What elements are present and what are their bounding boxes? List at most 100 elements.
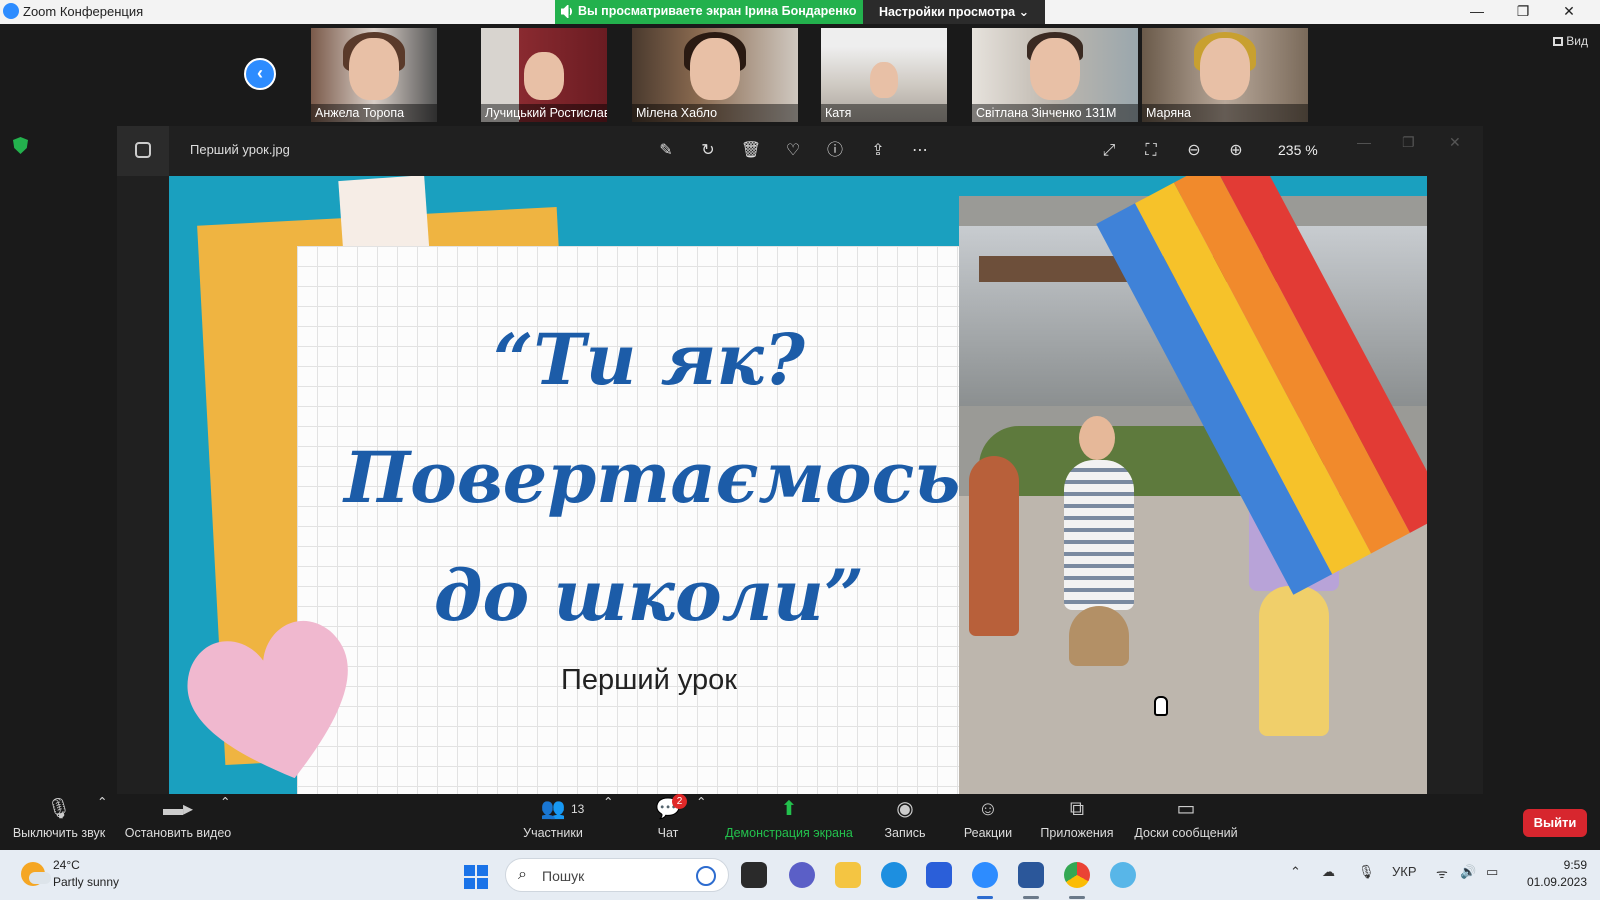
participant-tile[interactable]: Мілена Хабло — [632, 28, 798, 122]
share-screen-button[interactable]: ⬆ Демонстрация экрана — [722, 798, 856, 840]
reactions-label: Реакции — [963, 826, 1013, 840]
previous-page-button[interactable]: ‹ — [244, 58, 276, 90]
file-explorer-icon[interactable] — [835, 862, 861, 888]
participants-options-chevron-icon[interactable]: ⌃ — [603, 794, 613, 809]
favorite-button[interactable]: ♡ — [781, 139, 805, 163]
reactions-button[interactable]: ☺ Реакции — [958, 798, 1018, 840]
task-view-icon[interactable] — [741, 862, 767, 888]
view-settings-button[interactable]: Настройки просмотра ⌄ — [863, 0, 1045, 24]
weather-icon[interactable] — [21, 862, 51, 886]
apps-button[interactable]: ⧉ Приложения — [1036, 798, 1118, 840]
participant-name: Маряна — [1142, 104, 1308, 122]
viewer-close-icon[interactable]: ✕ — [1449, 134, 1461, 151]
participants-count: 13 — [571, 802, 585, 816]
edge-browser-icon[interactable] — [881, 862, 907, 888]
participant-tile[interactable]: Катя — [821, 28, 947, 122]
participant-face — [870, 62, 898, 98]
girl-yellow-dress — [1259, 586, 1329, 736]
zoom-app: Zoom Конференция Вы просматриваете экран… — [0, 0, 1600, 900]
globe-app-icon[interactable] — [1110, 862, 1136, 888]
show-hidden-icons-chevron-icon[interactable]: ⌃ — [1290, 864, 1301, 880]
hand-cursor-icon — [1154, 696, 1168, 716]
participant-face — [1200, 38, 1250, 100]
file-name: Перший урок.jpg — [190, 142, 290, 157]
more-icon: ⋯ — [912, 142, 928, 159]
participant-tile[interactable]: Світлана Зінченко 131М — [972, 28, 1138, 122]
viewer-minimize-icon[interactable]: — — [1357, 134, 1371, 150]
whiteboards-button[interactable]: ▭ Доски сообщений — [1128, 798, 1244, 840]
bing-icon[interactable] — [696, 866, 716, 886]
word-icon[interactable] — [1018, 862, 1044, 888]
mute-label: Выключить звук — [12, 826, 106, 840]
zoom-in-button[interactable]: ⊕ — [1224, 139, 1248, 163]
minimize-icon: — — [1470, 3, 1484, 19]
mute-button[interactable]: 🎙 Выключить звук — [10, 798, 108, 840]
more-options-button[interactable]: ⋯ — [908, 139, 932, 163]
grid-icon — [1553, 37, 1564, 46]
volume-icon[interactable]: 🔊 — [1460, 864, 1476, 880]
security-shield-icon[interactable] — [13, 137, 28, 154]
start-button[interactable] — [464, 865, 488, 889]
slide-title-line: до школи” — [433, 554, 865, 637]
heart-icon: ♡ — [785, 142, 801, 159]
search-icon: ⌕ — [518, 866, 527, 883]
clock-time: 9:59 — [1563, 858, 1587, 872]
audio-options-chevron-icon[interactable]: ⌃ — [97, 794, 107, 809]
participant-tile[interactable]: Анжела Торопа — [311, 28, 437, 122]
participant-face — [349, 38, 399, 100]
screen-share-banner: Вы просматриваете экран Ірина Бондаренко — [555, 0, 863, 24]
pink-heart-graphic — [187, 620, 348, 779]
speaker-icon — [561, 5, 572, 18]
rotate-button[interactable]: ↻ — [696, 139, 720, 163]
weather-description[interactable]: Partly sunny — [53, 875, 119, 889]
zoom-taskbar-icon[interactable] — [972, 862, 998, 888]
chrome-icon[interactable] — [1064, 862, 1090, 888]
record-button[interactable]: ◉ Запись — [878, 798, 932, 840]
info-button[interactable]: ⓘ — [823, 139, 847, 163]
battery-icon[interactable]: ▭ — [1486, 864, 1498, 880]
input-language[interactable]: УКР — [1392, 864, 1417, 879]
participant-name: Катя — [821, 104, 947, 122]
share-button[interactable]: ⇪ — [866, 139, 890, 163]
edit-image-button[interactable]: ✎ — [654, 139, 678, 163]
taskbar-search[interactable]: ⌕ Пошук — [505, 858, 729, 892]
zoom-out-button[interactable]: ⊖ — [1182, 139, 1206, 163]
microphone-icon: 🎙 — [46, 798, 72, 820]
weather-temperature[interactable]: 24°C — [53, 858, 80, 872]
slide-title: “Ти як? Повертаємось до школи” — [344, 301, 960, 655]
minimize-button[interactable]: — — [1454, 0, 1500, 24]
taskbar-clock[interactable]: 9:59 01.09.2023 — [1515, 857, 1587, 891]
share-screen-label: Демонстрация экрана — [725, 826, 853, 840]
restore-button[interactable]: ❐ — [1500, 0, 1546, 24]
windows-logo-icon — [464, 865, 475, 876]
close-window-button[interactable]: ✕ — [1546, 0, 1592, 24]
record-label: Запись — [884, 826, 926, 840]
viewer-restore-icon[interactable]: ❐ — [1402, 134, 1415, 151]
onedrive-cloud-icon[interactable]: ☁ — [1322, 864, 1335, 880]
participant-name: Світлана Зінченко 131М — [972, 104, 1138, 122]
delete-button[interactable]: 🗑 — [739, 139, 763, 163]
chevron-left-icon: ‹ — [257, 63, 263, 83]
gallery-button[interactable] — [117, 126, 169, 176]
view-button[interactable]: Вид — [1553, 34, 1588, 48]
stop-video-button[interactable]: ▬▸ Остановить видео — [122, 798, 234, 840]
wifi-icon[interactable]: ᯤ — [1436, 864, 1448, 882]
chat-options-chevron-icon[interactable]: ⌃ — [696, 794, 706, 809]
windows-taskbar: 24°C Partly sunny ⌕ Пошук ⌃ ☁ 🎙 УКР ᯤ 🔊 — [0, 850, 1600, 900]
stop-video-label: Остановить видео — [124, 826, 232, 840]
close-icon: ✕ — [1563, 3, 1575, 19]
fit-to-window-button[interactable]: ⛶ — [1139, 139, 1163, 163]
leave-meeting-button[interactable]: Выйти — [1523, 809, 1587, 837]
fullscreen-button[interactable]: ⤢ — [1097, 139, 1121, 163]
participant-tile[interactable]: Маряна — [1142, 28, 1308, 122]
teams-chat-icon[interactable] — [789, 862, 815, 888]
microsoft-store-icon[interactable] — [926, 862, 952, 888]
window-titlebar: Zoom Конференция Вы просматриваете экран… — [0, 0, 1600, 24]
chat-label: Чат — [657, 826, 679, 840]
video-options-chevron-icon[interactable]: ⌃ — [220, 794, 230, 809]
expand-icon: ⤢ — [1102, 142, 1116, 159]
participant-tile[interactable]: Лучицький Ростислав — [481, 28, 607, 122]
microphone-tray-icon[interactable]: 🎙 — [1358, 864, 1375, 880]
boy-head — [1079, 416, 1115, 460]
running-app-indicator — [1069, 896, 1085, 899]
